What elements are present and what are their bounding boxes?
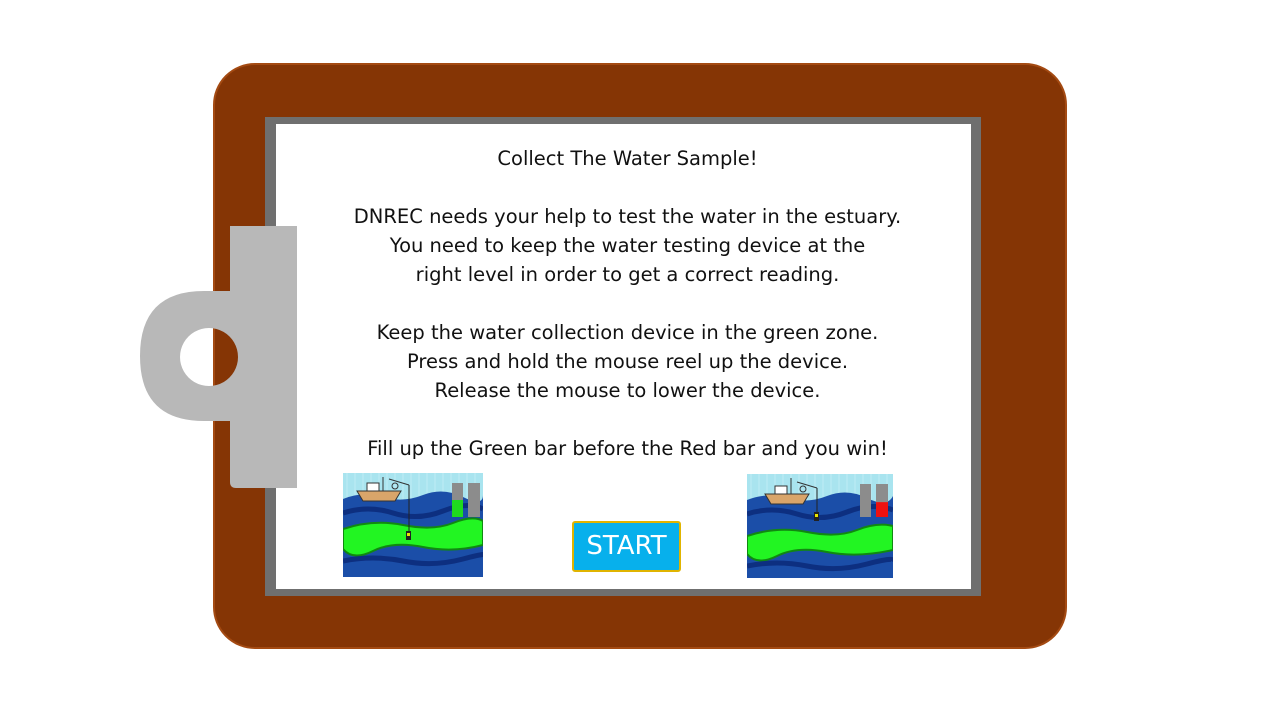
win-example-image xyxy=(343,473,483,577)
controls-line-1: Keep the water collection device in the … xyxy=(376,321,879,344)
green-progress-fill xyxy=(452,500,463,517)
goal-line: Fill up the Green bar before the Red bar… xyxy=(367,437,888,460)
controls-line-2: Press and hold the mouse reel up the dev… xyxy=(406,350,849,373)
intro-line-3: right level in order to get a correct re… xyxy=(415,263,840,286)
green-progress-bar xyxy=(860,484,871,517)
red-progress-bar xyxy=(468,483,480,517)
lose-example-image xyxy=(747,474,893,578)
instructions-title: Collect The Water Sample! xyxy=(497,147,758,170)
game-screen: Collect The Water Sample! DNREC needs yo… xyxy=(0,0,1280,720)
instructions-text: Collect The Water Sample! DNREC needs yo… xyxy=(276,144,979,463)
intro-line-2: You need to keep the water testing devic… xyxy=(389,234,866,257)
red-progress-fill xyxy=(876,502,888,517)
start-button[interactable]: START xyxy=(572,521,681,572)
controls-line-3: Release the mouse to lower the device. xyxy=(434,379,821,402)
intro-line-1: DNREC needs your help to test the water … xyxy=(353,205,902,228)
